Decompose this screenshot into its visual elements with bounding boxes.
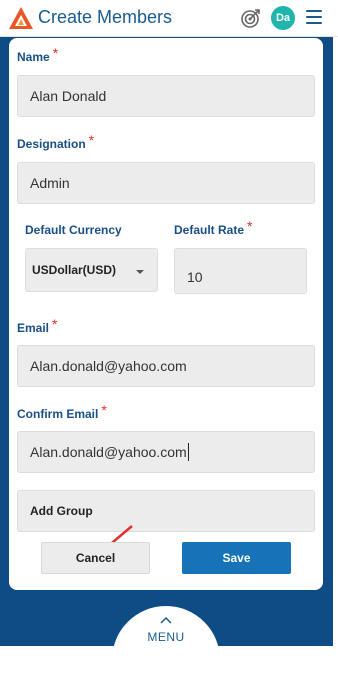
avatar[interactable]: Da	[271, 6, 295, 30]
add-group-label: Add Group	[30, 504, 93, 518]
save-button[interactable]: Save	[182, 542, 291, 574]
default-rate-field[interactable]: 10	[174, 248, 307, 294]
required-marker: *	[52, 316, 58, 332]
email-label: Email *	[17, 316, 58, 335]
designation-field-value: Admin	[30, 175, 70, 191]
default-currency-select[interactable]: USDollar(USD)	[25, 248, 158, 292]
chevron-up-icon	[160, 616, 172, 624]
designation-label: Designation *	[17, 132, 95, 151]
email-field[interactable]: Alan.donald@yahoo.com	[17, 345, 315, 387]
text-cursor	[187, 443, 189, 461]
designation-field[interactable]: Admin	[17, 162, 315, 204]
required-marker: *	[52, 45, 59, 61]
confirm-email-field-value: Alan.donald@yahoo.com	[30, 444, 187, 460]
confirm-email-field[interactable]: Alan.donald@yahoo.com	[17, 431, 315, 473]
add-group-field[interactable]: Add Group	[17, 490, 315, 532]
email-field-value: Alan.donald@yahoo.com	[30, 358, 187, 374]
menu-label: MENU	[147, 630, 185, 644]
cancel-button[interactable]: Cancel	[41, 542, 150, 574]
app-header: Create Members Da	[0, 0, 338, 37]
dropdown-arrow-icon	[136, 270, 144, 274]
default-rate-label: Default Rate *	[174, 218, 253, 237]
default-currency-label: Default Currency	[25, 223, 122, 237]
app-logo-icon[interactable]	[8, 6, 34, 30]
name-label: Name *	[17, 45, 59, 64]
required-marker: *	[247, 218, 253, 234]
required-marker: *	[88, 132, 95, 148]
hamburger-menu-icon[interactable]	[306, 10, 322, 24]
default-rate-value: 10	[187, 269, 203, 285]
page-title: Create Members	[38, 7, 173, 27]
target-icon[interactable]	[240, 7, 262, 29]
name-field-value: Alan Donald	[30, 88, 107, 104]
create-member-form: Name * Alan Donald Designation * Admin Def…	[9, 38, 323, 590]
confirm-email-label: Confirm Email *	[17, 402, 107, 421]
name-field[interactable]: Alan Donald	[17, 75, 315, 117]
required-marker: *	[101, 402, 107, 418]
default-currency-value: USDollar(USD)	[32, 263, 117, 277]
